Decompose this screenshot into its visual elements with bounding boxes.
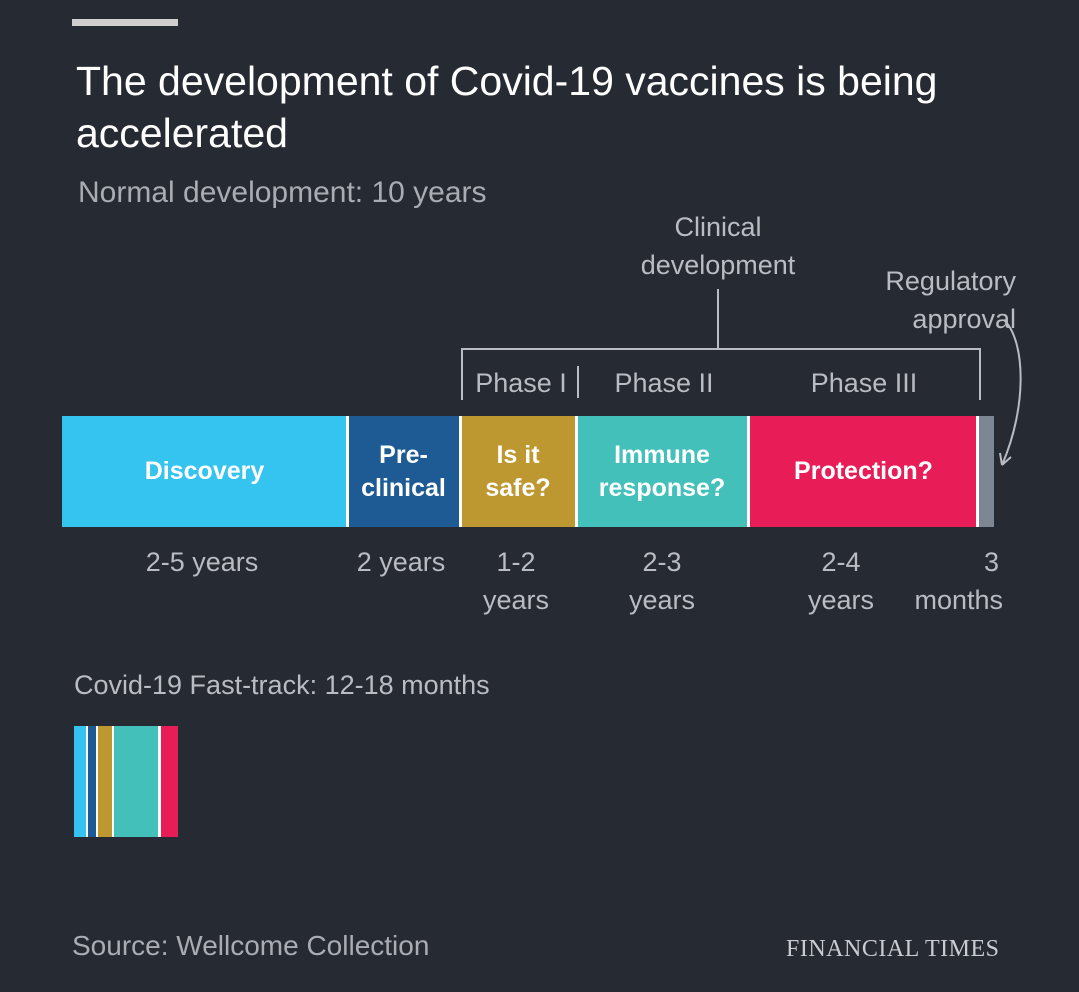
stage-label: Immune: [614, 440, 710, 469]
phase-divider: [577, 366, 579, 398]
duration-text: 2-3: [642, 547, 682, 577]
stage-separator: [459, 416, 462, 527]
duration-text-line2: years: [482, 585, 550, 615]
regulatory-arrow-icon: [999, 319, 1022, 466]
top-rule: [72, 19, 178, 26]
stage-safety: Is it safe?: [460, 416, 576, 527]
stage-discovery: Discovery: [62, 416, 347, 527]
phase-2-label: Phase II: [614, 368, 714, 398]
duration-phase-2: 2-3 years: [612, 543, 712, 619]
normal-timeline-bar: Discovery Pre-clinical Is it safe? Immune…: [62, 416, 994, 527]
duration-text-line2: years: [628, 585, 696, 615]
stage-label: Pre-: [379, 440, 428, 469]
clinical-label-line1: Clinical: [674, 212, 762, 242]
duration-text-line2: years: [807, 585, 875, 615]
source-note: Source: Wellcome Collection: [72, 930, 430, 961]
fast-track-label: Covid-19 Fast-track: 12-18 months: [74, 670, 490, 700]
stage-separator: [747, 416, 750, 527]
duration-text: 1-2: [496, 547, 536, 577]
phase-1-label: Phase I: [475, 368, 567, 398]
stage-regulatory: [979, 416, 994, 527]
duration-phase-1: 1-2 years: [466, 543, 566, 619]
phase-3-label: Phase III: [810, 368, 918, 398]
stage-separator: [575, 416, 578, 527]
stage-label-line2: clinical: [361, 473, 446, 502]
fast-stage-immune-response: [114, 726, 158, 837]
duration-text: 2 years: [356, 547, 446, 577]
clinical-bracket-stem: [717, 289, 719, 349]
stage-label: Discovery: [144, 457, 265, 485]
fast-stage-safety: [98, 726, 112, 837]
brand-logo: FINANCIAL TIMES: [786, 936, 1000, 962]
fast-track-bar: [74, 726, 178, 837]
stage-protection: Protection?: [748, 416, 979, 527]
fast-stage-discovery: [74, 726, 86, 837]
chart-title: The development of Covid-19 vaccines is …: [76, 58, 938, 156]
duration-text: 3: [983, 547, 999, 577]
stage-separator: [346, 416, 349, 527]
duration-discovery: 2-5 years: [122, 543, 282, 581]
duration-text-line2: months: [914, 585, 1003, 615]
chart-subtitle: Normal development: 10 years: [78, 176, 487, 209]
stage-immune-response: Immune response?: [576, 416, 748, 527]
duration-text: 2-5 years: [145, 547, 259, 577]
fast-stage-protection: [161, 726, 178, 837]
clinical-label: Clinical development: [618, 208, 818, 284]
stage-label: Protection?: [794, 457, 933, 485]
stage-label: Is it: [496, 440, 540, 469]
stage-preclinical: Pre-clinical: [347, 416, 460, 527]
regulatory-label-line2: approval: [912, 304, 1016, 334]
stage-label-line2: response?: [598, 473, 726, 502]
stage-label-line2: safe?: [485, 473, 551, 502]
duration-text: 2-4: [821, 547, 861, 577]
duration-phase-3: 2-4 years: [791, 543, 891, 619]
fast-stage-preclinical: [88, 726, 96, 837]
clinical-label-line2: development: [640, 250, 796, 280]
stage-separator: [976, 416, 979, 527]
duration-preclinical: 2 years: [345, 543, 457, 581]
duration-regulatory: 3 months: [893, 543, 1003, 619]
regulatory-label-line1: Regulatory: [885, 266, 1016, 296]
regulatory-label: Regulatory approval: [836, 262, 1016, 338]
